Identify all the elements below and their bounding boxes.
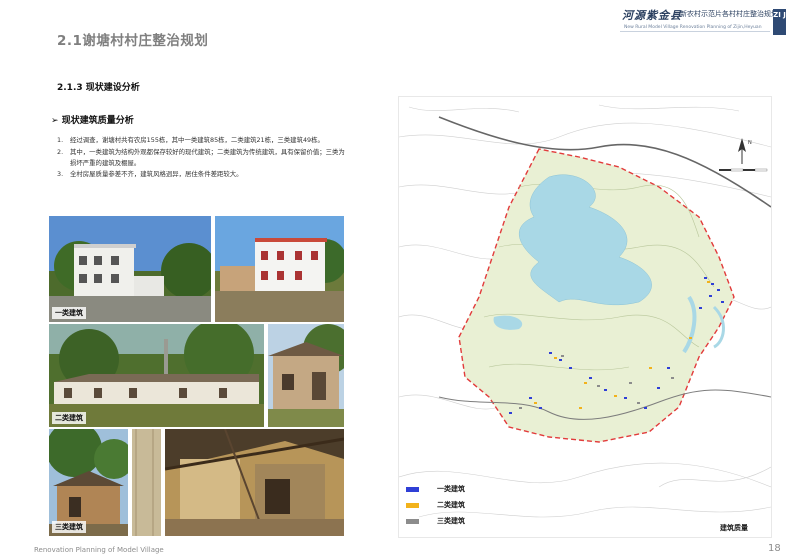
list-item: 3. 全村房屋质量参差不齐，建筑风格迥异，居住条件差距较大。 (57, 169, 347, 180)
photo-class1-building-b (215, 216, 344, 322)
legend-swatch-class3 (406, 518, 419, 524)
header-divider (620, 31, 770, 32)
list-number: 3. (57, 170, 64, 178)
legend-label: 二类建筑 (437, 501, 465, 509)
legend-item-class1: 一类建筑 (406, 481, 465, 497)
list-number: 2. (57, 147, 64, 156)
photo-class3-wall-detail (132, 429, 161, 536)
map-legend: 一类建筑 二类建筑 三类建筑 (406, 481, 465, 529)
legend-label: 三类建筑 (437, 517, 465, 525)
analysis-list: 1. 经过调查，谢塘村共有农房155栋，其中一类建筑85栋，二类建筑21栋，三类建… (57, 135, 347, 181)
map-canvas (399, 104, 771, 518)
legend-item-class2: 二类建筑 (406, 497, 465, 513)
list-item: 1. 经过调查，谢塘村共有农房155栋，其中一类建筑85栋，二类建筑21栋，三类建… (57, 135, 347, 146)
north-arrow-icon: N (738, 138, 752, 164)
legend-item-class3: 三类建筑 (406, 513, 465, 529)
list-item: 2. 其中，一类建筑为结构外观都保存较好的现代建筑；二类建筑为传统建筑，具有保留价… (57, 147, 347, 169)
footer-title: Renovation Planning of Model Village (34, 546, 164, 554)
brand-badge: ZI J (773, 9, 786, 35)
photo-label-class3: 三类建筑 (52, 521, 86, 533)
legend-swatch-class2 (406, 502, 419, 508)
photo-class2-building-b (268, 324, 344, 427)
page-title: 2.1谢塘村村庄整治规划 (57, 33, 209, 49)
north-label: N (748, 140, 752, 146)
list-text: 全村房屋质量参差不齐，建筑风格迥异，居住条件差距较大。 (70, 170, 243, 178)
list-text: 经过调查，谢塘村共有农房155栋，其中一类建筑85栋，二类建筑21栋，三类建筑4… (70, 136, 324, 144)
brand-calligraphy: 河源紫金县 (622, 9, 682, 22)
brand-logo: 河源紫金县 新农村示范片各村村庄整治规划 New Rural Model Vil… (622, 7, 778, 37)
brand-name: 新农村示范片各村村庄整治规划 (680, 10, 778, 18)
page-number: 18 (768, 543, 781, 554)
building-quality-map[interactable]: N 一类建筑 二类建筑 三类建筑 建筑质量 (398, 96, 772, 538)
photo-label-class1: 一类建筑 (52, 307, 86, 319)
list-number: 1. (57, 136, 64, 144)
legend-label: 一类建筑 (437, 485, 465, 493)
photo-class1-building-a: 一类建筑 (49, 216, 211, 322)
map-caption: 建筑质量 (720, 524, 748, 532)
legend-swatch-class1 (406, 486, 419, 492)
subsection-heading: ➢ 现状建筑质量分析 (51, 113, 134, 126)
section-heading: 2.1.3 现状建设分析 (57, 83, 140, 93)
bullet-arrow-icon: ➢ (51, 116, 59, 126)
photo-class3-building-a: 三类建筑 (49, 429, 128, 536)
photo-class3-building-b (165, 429, 344, 536)
brand-english: New Rural Model Village Renovation Plann… (624, 25, 762, 30)
photo-label-class2: 二类建筑 (52, 412, 86, 424)
list-text: 其中，一类建筑为结构外观都保存较好的现代建筑；二类建筑为传统建筑，具有保留价值；… (70, 147, 345, 167)
subsection-heading-text: 现状建筑质量分析 (61, 116, 134, 126)
photo-class2-building-a: 二类建筑 (49, 324, 264, 427)
brand-badge-text: ZI J (773, 11, 786, 19)
